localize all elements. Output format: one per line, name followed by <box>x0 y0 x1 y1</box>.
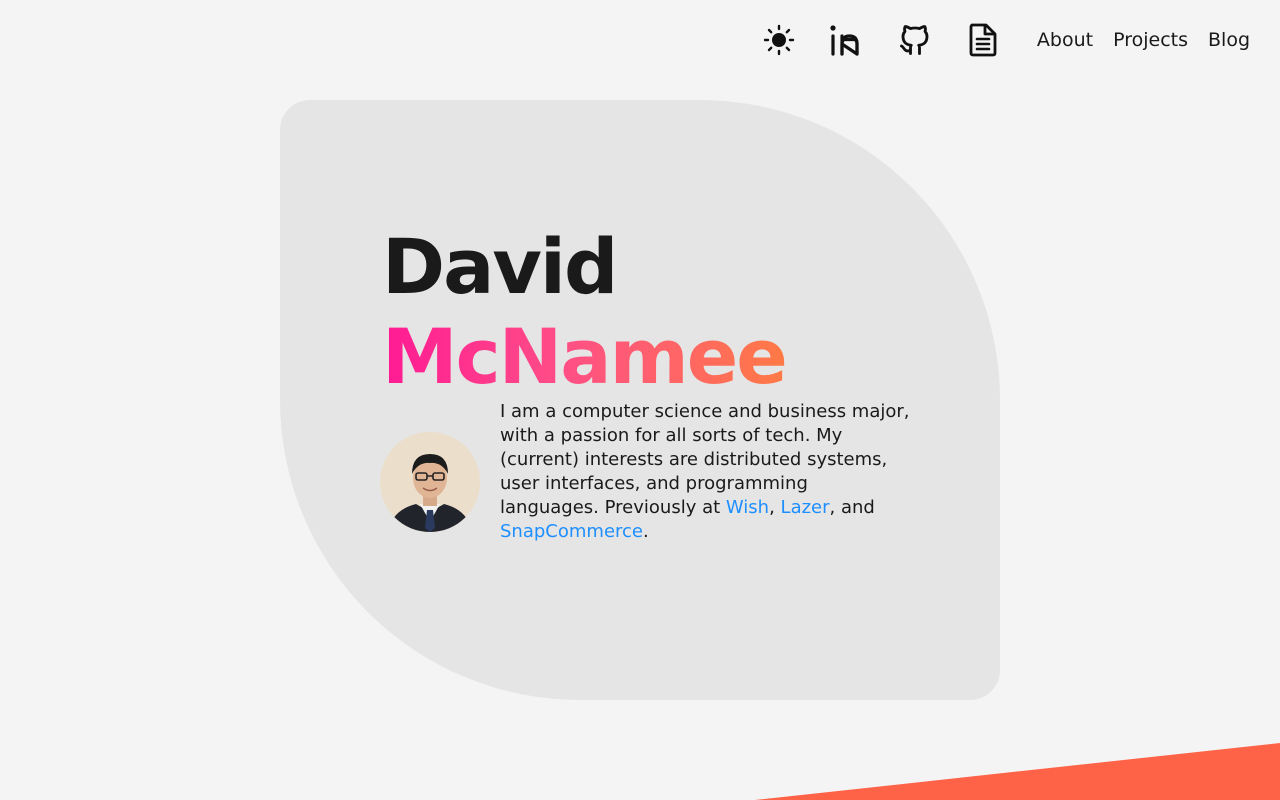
company-link-snapcommerce[interactable]: SnapCommerce <box>500 521 643 542</box>
top-nav: About Projects Blog <box>761 18 1250 62</box>
bio-separator: , <box>769 497 781 518</box>
bio-separator: , and <box>829 497 875 518</box>
avatar <box>380 432 480 532</box>
profile-photo <box>380 432 480 532</box>
linkedin-link[interactable] <box>829 22 865 58</box>
bio-end: . <box>643 521 649 542</box>
github-link[interactable] <box>897 22 933 58</box>
nav-links: About Projects Blog <box>1037 29 1250 51</box>
linkedin-icon <box>830 25 859 56</box>
nav-link-blog[interactable]: Blog <box>1208 29 1250 51</box>
company-link-wish[interactable]: Wish <box>726 497 769 518</box>
nav-link-projects[interactable]: Projects <box>1113 29 1188 51</box>
resume-link[interactable] <box>965 22 1001 58</box>
page: About Projects Blog David McNamee I am a <box>0 0 1280 800</box>
last-name: McNamee <box>382 312 788 401</box>
first-name: David <box>382 222 618 311</box>
sun-icon <box>763 24 795 56</box>
theme-toggle-button[interactable] <box>761 22 797 58</box>
nav-link-about[interactable]: About <box>1037 29 1093 51</box>
hero-name: David McNamee <box>382 222 788 402</box>
github-icon <box>899 25 929 55</box>
company-link-lazer[interactable]: Lazer <box>781 497 830 518</box>
bio-text: I am a computer science and business maj… <box>500 400 910 544</box>
document-icon <box>969 23 997 57</box>
